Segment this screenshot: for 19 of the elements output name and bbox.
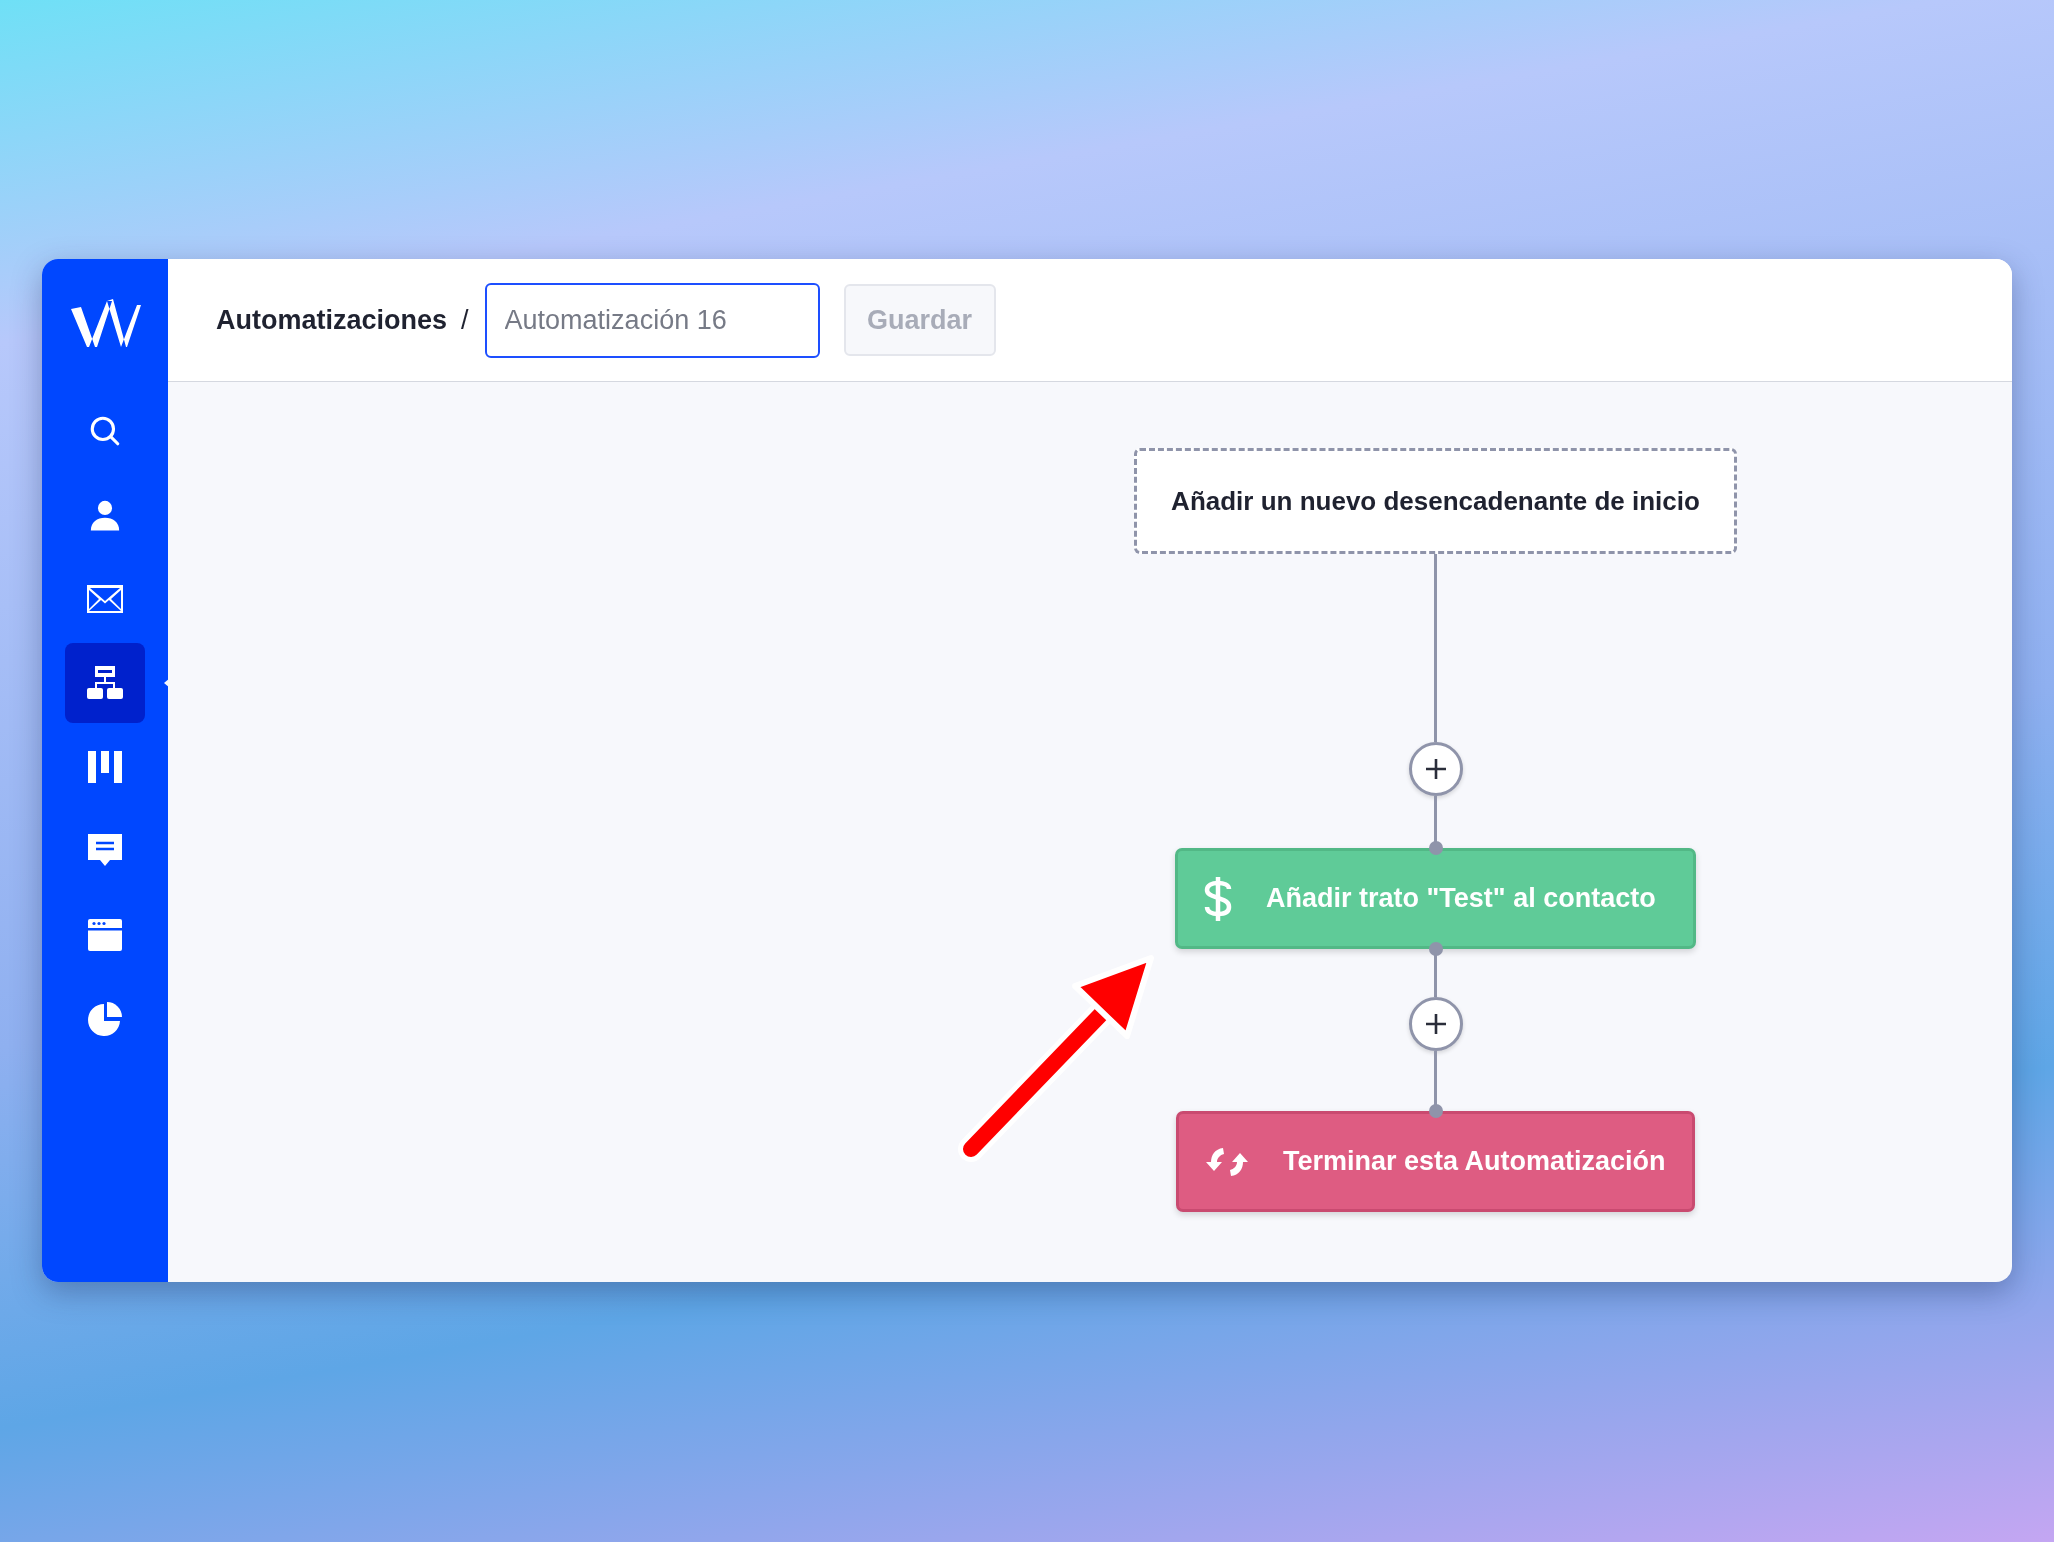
browser-window-icon <box>88 919 122 951</box>
envelope-icon <box>87 585 123 613</box>
add-trigger-node[interactable]: Añadir un nuevo desencadenante de inicio <box>1134 448 1737 554</box>
board-columns-icon <box>88 751 122 783</box>
flowchart-icon <box>87 666 123 700</box>
breadcrumb-separator: / <box>461 304 469 336</box>
plus-icon <box>1423 1012 1448 1036</box>
add-step-button[interactable] <box>1408 742 1463 796</box>
person-icon <box>88 498 122 532</box>
plus-icon <box>1423 757 1448 781</box>
automation-name-field[interactable]: Automatización 16 <box>484 282 820 358</box>
end-automation-node[interactable]: Terminar esta Automatización <box>1176 1111 1695 1212</box>
add-step-button[interactable] <box>1408 997 1463 1051</box>
chat-bubble-icon <box>88 834 122 868</box>
add-deal-node[interactable]: Añadir trato "Test" al contacto <box>1175 848 1696 949</box>
breadcrumb-link[interactable]: Automatizaciones <box>216 304 448 336</box>
search-icon <box>88 414 122 448</box>
pie-chart-icon <box>88 1002 122 1036</box>
dollar-icon <box>1204 876 1232 921</box>
